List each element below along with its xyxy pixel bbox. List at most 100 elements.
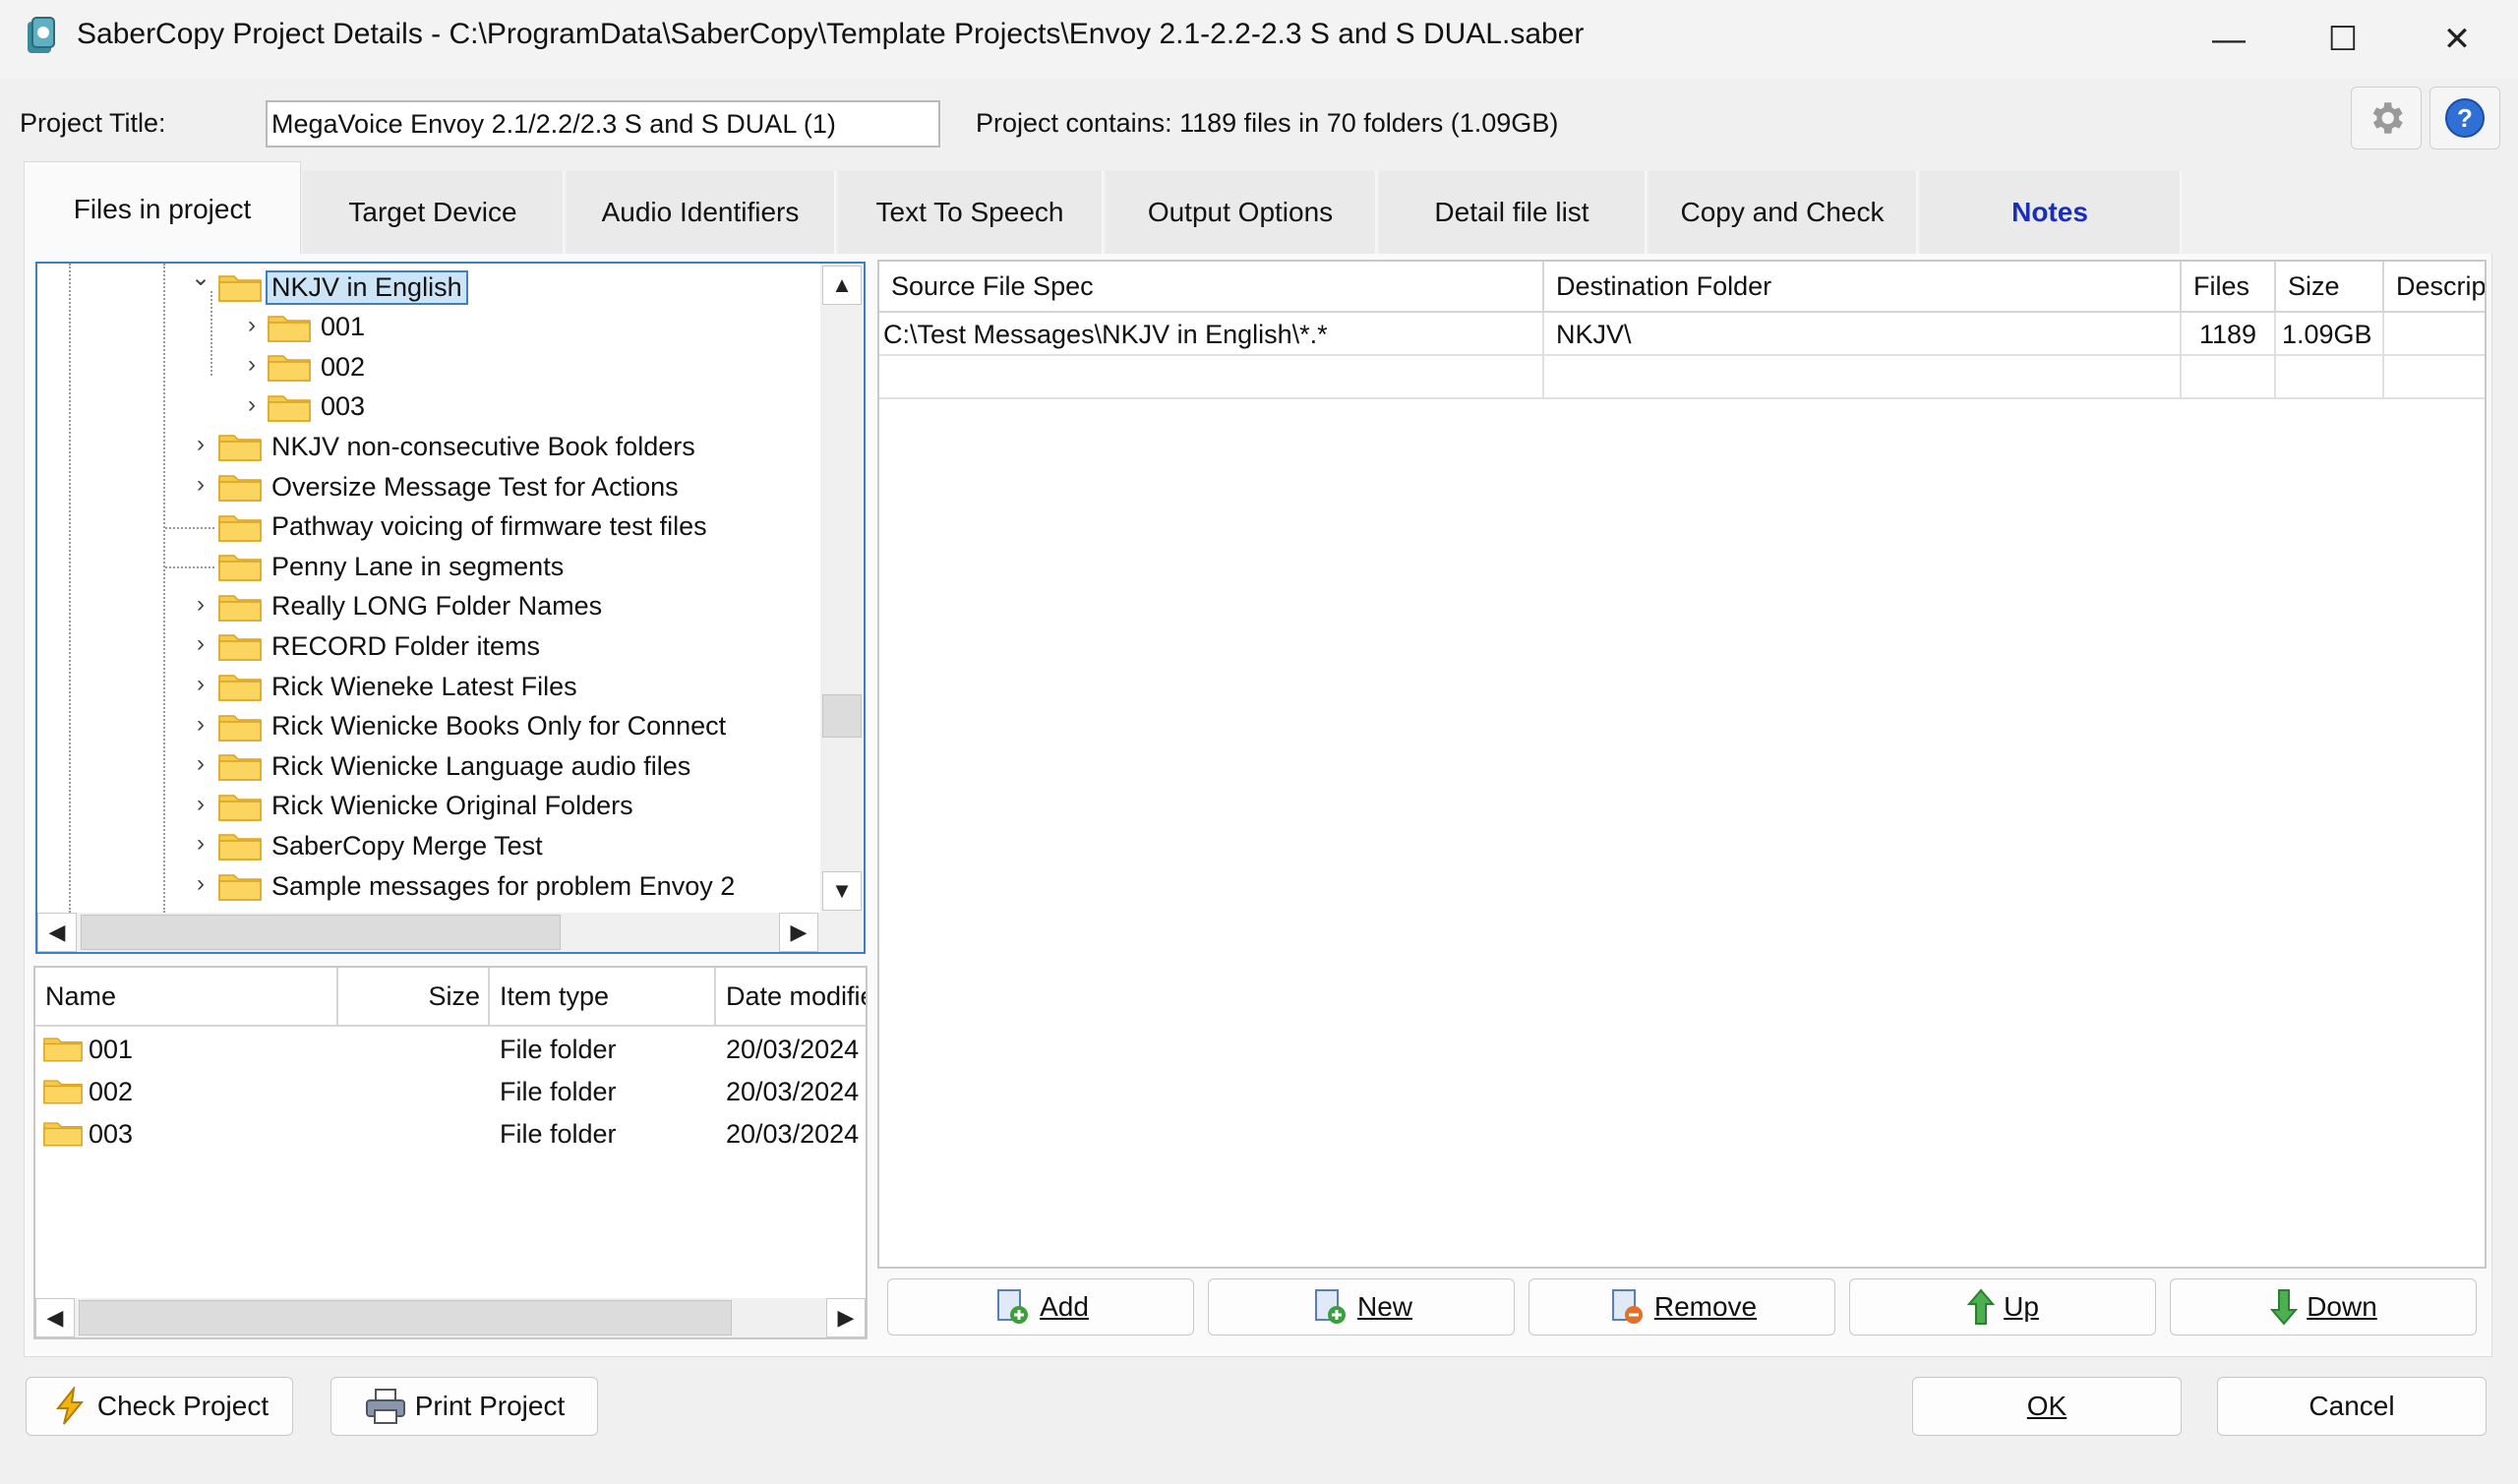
tree-item[interactable]: Rick Wienicke Books Only for Connect	[218, 707, 726, 746]
collapse-chevron-icon[interactable]: ⌄	[189, 264, 212, 292]
folder-contents-list[interactable]: Name Size Item type Date modifie 001 File…	[33, 966, 868, 1339]
list-horizontal-scrollbar[interactable]: ◀ ▶	[35, 1298, 866, 1337]
tree-item[interactable]: 002	[268, 347, 365, 386]
tab-copy-and-check[interactable]: Copy and Check	[1649, 171, 1918, 254]
tree-item-label: Pathway voicing of firmware test files	[271, 511, 707, 542]
down-button[interactable]: Down	[2170, 1278, 2477, 1336]
scroll-right-button[interactable]: ▶	[779, 913, 818, 952]
tree-item[interactable]: Rick Wienicke Original Folders	[218, 787, 633, 826]
grid-cell-source[interactable]: C:\Test Messages\NKJV in English\*.*	[879, 313, 1544, 356]
grid-cell-empty[interactable]	[2182, 356, 2276, 399]
tree-item[interactable]: NKJV non-consecutive Book folders	[218, 427, 695, 466]
expand-chevron-icon[interactable]: ›	[189, 750, 212, 778]
scroll-down-button[interactable]: ▼	[822, 871, 862, 911]
tree-item[interactable]: SaberCopy Merge Test	[218, 826, 543, 865]
column-header-name[interactable]: Name	[35, 968, 338, 1025]
tree-horizontal-scrollbar[interactable]: ◀ ▶	[37, 913, 864, 952]
tab-target-device[interactable]: Target Device	[303, 171, 565, 254]
tree-item[interactable]: 003	[268, 387, 365, 427]
print-project-button[interactable]: Print Project	[330, 1377, 598, 1436]
tree-item-label: NKJV non-consecutive Book folders	[271, 431, 695, 461]
folder-icon	[218, 831, 262, 861]
expand-chevron-icon[interactable]: ›	[240, 351, 264, 379]
tab-files-in-project[interactable]: Files in project	[24, 161, 301, 256]
tab-audio-identifiers[interactable]: Audio Identifiers	[567, 171, 836, 254]
cancel-button[interactable]: Cancel	[2217, 1377, 2487, 1436]
help-button[interactable]: ?	[2429, 87, 2500, 149]
expand-chevron-icon[interactable]: ›	[189, 591, 212, 619]
grid-cell-files[interactable]: 1189	[2182, 313, 2276, 356]
scroll-right-button[interactable]: ▶	[826, 1298, 866, 1337]
tree-item[interactable]: Pathway voicing of firmware test files	[218, 507, 707, 547]
scroll-thumb[interactable]	[822, 694, 862, 738]
expand-chevron-icon[interactable]: ›	[189, 630, 212, 658]
grid-cell-empty[interactable]	[1544, 356, 2182, 399]
tree-item[interactable]: Rick Wieneke Latest Files	[218, 667, 577, 706]
scroll-left-button[interactable]: ◀	[35, 1298, 75, 1337]
tree-item[interactable]: Penny Lane in segments	[218, 547, 564, 586]
column-header-date-modified[interactable]: Date modifie	[716, 968, 866, 1025]
up-button[interactable]: Up	[1849, 1278, 2156, 1336]
expand-chevron-icon[interactable]: ›	[189, 671, 212, 698]
remove-button[interactable]: Remove	[1529, 1278, 1835, 1336]
expand-chevron-icon[interactable]: ›	[189, 471, 212, 499]
tree-item-label: Oversize Message Test for Actions	[271, 471, 679, 502]
tree-item[interactable]: Rick Wienicke Language audio files	[218, 746, 690, 786]
minimize-button[interactable]: —	[2172, 0, 2286, 79]
column-header-description[interactable]: Descrip	[2384, 262, 2485, 311]
grid-cell-empty[interactable]	[2276, 356, 2384, 399]
folder-tree[interactable]: ⌄ NKJV in English › 001 › 002 › 003 › NKJV non-co…	[35, 262, 866, 954]
tree-item[interactable]: NKJV in English	[218, 267, 468, 307]
copy-spec-grid[interactable]: Source File Spec Destination Folder File…	[877, 260, 2487, 1269]
expand-chevron-icon[interactable]: ›	[240, 312, 264, 339]
new-button[interactable]: New	[1208, 1278, 1515, 1336]
check-project-button[interactable]: Check Project	[26, 1377, 293, 1436]
tree-item[interactable]: RECORD Folder items	[218, 626, 540, 666]
column-header-source-file-spec[interactable]: Source File Spec	[879, 262, 1544, 311]
grid-cell-size[interactable]: 1.09GB	[2276, 313, 2384, 356]
list-item[interactable]: 001 File folder 20/03/2024	[35, 1029, 866, 1070]
column-header-item-type[interactable]: Item type	[490, 968, 716, 1025]
list-item[interactable]: 003 File folder 20/03/2024	[35, 1113, 866, 1155]
tree-item[interactable]: Sample messages for problem Envoy 2	[218, 866, 735, 906]
column-header-size[interactable]: Size	[338, 968, 490, 1025]
list-item[interactable]: 002 File folder 20/03/2024	[35, 1071, 866, 1112]
expand-chevron-icon[interactable]: ›	[189, 870, 212, 898]
folder-icon	[43, 1119, 83, 1154]
expand-chevron-icon[interactable]: ›	[189, 431, 212, 458]
tab-detail-file-list[interactable]: Detail file list	[1379, 171, 1647, 254]
tree-vertical-scrollbar[interactable]: ▲ ▼	[820, 264, 864, 913]
tab-output-options[interactable]: Output Options	[1106, 171, 1377, 254]
grid-cell-empty[interactable]	[879, 356, 1544, 399]
column-header-files[interactable]: Files	[2182, 262, 2276, 311]
scroll-thumb[interactable]	[79, 1300, 732, 1336]
help-icon: ?	[2445, 98, 2485, 138]
tree-item-label: Rick Wienicke Language audio files	[271, 750, 691, 781]
down-button-label: Down	[2307, 1291, 2377, 1322]
expand-chevron-icon[interactable]: ›	[189, 830, 212, 858]
scroll-up-button[interactable]: ▲	[822, 266, 862, 305]
expand-chevron-icon[interactable]: ›	[189, 711, 212, 739]
project-title-input[interactable]: MegaVoice Envoy 2.1/2.2/2.3 S and S DUAL…	[266, 100, 940, 148]
column-header-destination-folder[interactable]: Destination Folder	[1544, 262, 2182, 311]
ok-button[interactable]: OK	[1912, 1377, 2182, 1436]
add-button[interactable]: Add	[887, 1278, 1194, 1336]
tab-text-to-speech[interactable]: Text To Speech	[838, 171, 1104, 254]
tree-item-label: Rick Wienicke Original Folders	[271, 791, 633, 821]
close-button[interactable]: ✕	[2400, 0, 2514, 79]
scroll-thumb[interactable]	[81, 915, 561, 950]
scroll-left-button[interactable]: ◀	[37, 913, 77, 952]
maximize-button[interactable]: ☐	[2286, 0, 2400, 79]
expand-chevron-icon[interactable]: ›	[189, 791, 212, 818]
tree-item[interactable]: Oversize Message Test for Actions	[218, 467, 679, 506]
column-header-size[interactable]: Size	[2276, 262, 2384, 311]
grid-cell-destination[interactable]: NKJV\	[1544, 313, 2182, 356]
tree-item[interactable]: 001	[268, 308, 365, 347]
tree-item[interactable]: Really LONG Folder Names	[218, 587, 602, 626]
cancel-button-label: Cancel	[2308, 1391, 2395, 1421]
grid-cell-description[interactable]	[2384, 313, 2485, 356]
expand-chevron-icon[interactable]: ›	[240, 391, 264, 419]
tab-notes[interactable]: Notes	[1920, 171, 2182, 254]
settings-button[interactable]	[2351, 87, 2422, 149]
grid-cell-empty[interactable]	[2384, 356, 2485, 399]
